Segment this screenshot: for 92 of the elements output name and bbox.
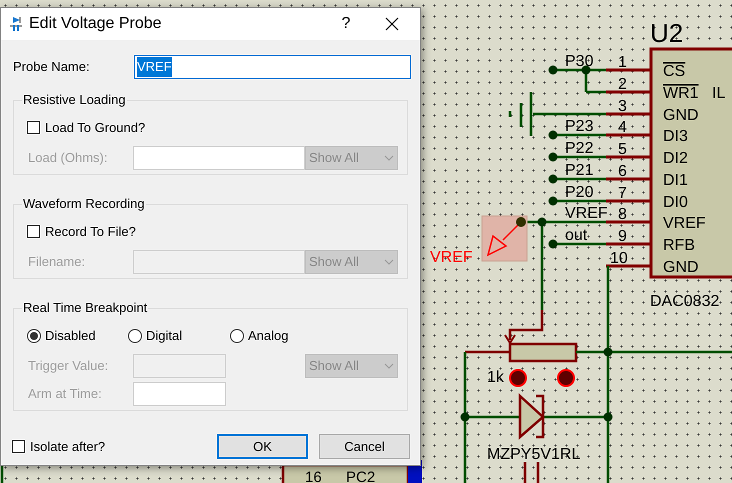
junction-dot <box>604 412 612 422</box>
radio-label: Disabled <box>45 327 96 345</box>
pin-lead <box>606 220 651 224</box>
pin-name: CS <box>663 63 686 80</box>
pin-name: DI1 <box>663 172 688 189</box>
terminal-dot <box>548 240 558 248</box>
pin-lead <box>606 200 651 202</box>
group-title: Waveform Recording <box>22 196 146 212</box>
probe-app-icon <box>9 16 23 32</box>
pin-number: 2 <box>618 76 627 93</box>
pin-number: 9 <box>618 228 627 245</box>
pin-lead <box>606 68 651 72</box>
radio-button[interactable] <box>230 328 244 343</box>
group-title: Resistive Loading <box>22 92 127 108</box>
pin-name: DI2 <box>663 150 688 167</box>
window-title: Edit Voltage Probe <box>29 14 163 34</box>
terminal-icon <box>509 369 527 387</box>
checkbox-label: Record To File? <box>45 223 136 241</box>
close-icon <box>385 17 399 31</box>
resistor-body <box>508 342 578 362</box>
checkbox-label: Isolate after? <box>30 438 106 456</box>
chevron-down-icon <box>384 258 394 264</box>
net-label: P20 <box>565 184 594 201</box>
diode-part-number: MZPY5V1RL <box>487 446 580 463</box>
pin-name: RFB <box>663 237 695 254</box>
pin-number: 16 <box>305 469 322 483</box>
terminal-dot <box>548 174 558 184</box>
checkbox[interactable] <box>27 121 40 134</box>
terminal-dot <box>548 66 558 74</box>
checkbox[interactable] <box>12 440 25 453</box>
chevron-down-icon <box>384 154 394 160</box>
pin-lead <box>606 156 651 158</box>
field-label: Arm at Time: <box>28 384 103 403</box>
wire <box>536 462 540 483</box>
chip-reference: U2 <box>650 18 684 48</box>
input-field[interactable]: VREF <box>134 55 411 79</box>
pin-number: 6 <box>618 163 627 180</box>
pin-name: VREF <box>663 215 706 232</box>
pin-lead <box>606 264 651 268</box>
pin-lead <box>606 242 651 246</box>
terminal-dot <box>548 196 558 206</box>
junction-dot <box>538 218 546 226</box>
junction-dot <box>460 412 470 422</box>
terminal-dot <box>548 152 558 162</box>
field-label: Trigger Value: <box>28 356 110 375</box>
net-label: P21 <box>565 162 594 179</box>
junction-dot <box>604 348 612 356</box>
help-button[interactable]: ? <box>326 10 366 38</box>
chip-part-number: DAC0832 <box>650 293 720 310</box>
pin-number: 1 <box>618 54 627 71</box>
radio-label: Digital <box>146 327 182 345</box>
net-label: P23 <box>565 118 594 135</box>
net-label: PC2 <box>346 469 376 483</box>
radio-label: Analog <box>248 327 288 345</box>
dialog-button[interactable]: OK <box>217 434 308 459</box>
net-label: VREF <box>565 205 608 222</box>
checkbox-label: Load To Ground? <box>45 119 146 137</box>
pin-lead <box>606 90 651 94</box>
pin-lead <box>606 134 651 136</box>
radio-button[interactable] <box>27 328 41 343</box>
group-title: Real Time Breakpoint <box>22 300 148 316</box>
pin-number: 4 <box>618 119 627 136</box>
pin-number: 3 <box>618 98 627 115</box>
pin-lead <box>606 112 651 116</box>
dialog-button[interactable]: Cancel <box>319 434 410 459</box>
pin-number: 7 <box>618 185 627 202</box>
radio-button[interactable] <box>128 328 142 343</box>
field-label: Load (Ohms): <box>28 148 108 167</box>
chip-pin-name: IL <box>712 85 726 102</box>
pin-name: DI3 <box>663 128 688 145</box>
pin-name: WR1 <box>663 85 699 102</box>
net-label: P22 <box>565 140 594 157</box>
net-label: out <box>565 227 588 244</box>
terminal-icon <box>557 369 575 387</box>
terminal-dot <box>548 130 558 140</box>
field-label: Probe Name: <box>13 58 91 76</box>
pin-name: GND <box>663 107 699 124</box>
resistor-value: 1k <box>487 369 504 386</box>
diode-symbol <box>518 393 545 440</box>
chevron-down-icon <box>384 362 394 368</box>
pin-number: 5 <box>618 141 627 158</box>
pin-name: GND <box>663 259 699 276</box>
field-label: Filename: <box>28 252 86 271</box>
pin-name: DI0 <box>663 194 688 211</box>
pin-lead <box>606 178 651 180</box>
checkbox[interactable] <box>27 225 40 238</box>
net-label: P30 <box>565 53 594 70</box>
probe-label: VREF <box>430 249 473 266</box>
wire <box>524 462 526 483</box>
probe-symbol <box>482 216 528 262</box>
pin-number: 10 <box>610 250 628 267</box>
pin-number: 8 <box>618 206 627 223</box>
